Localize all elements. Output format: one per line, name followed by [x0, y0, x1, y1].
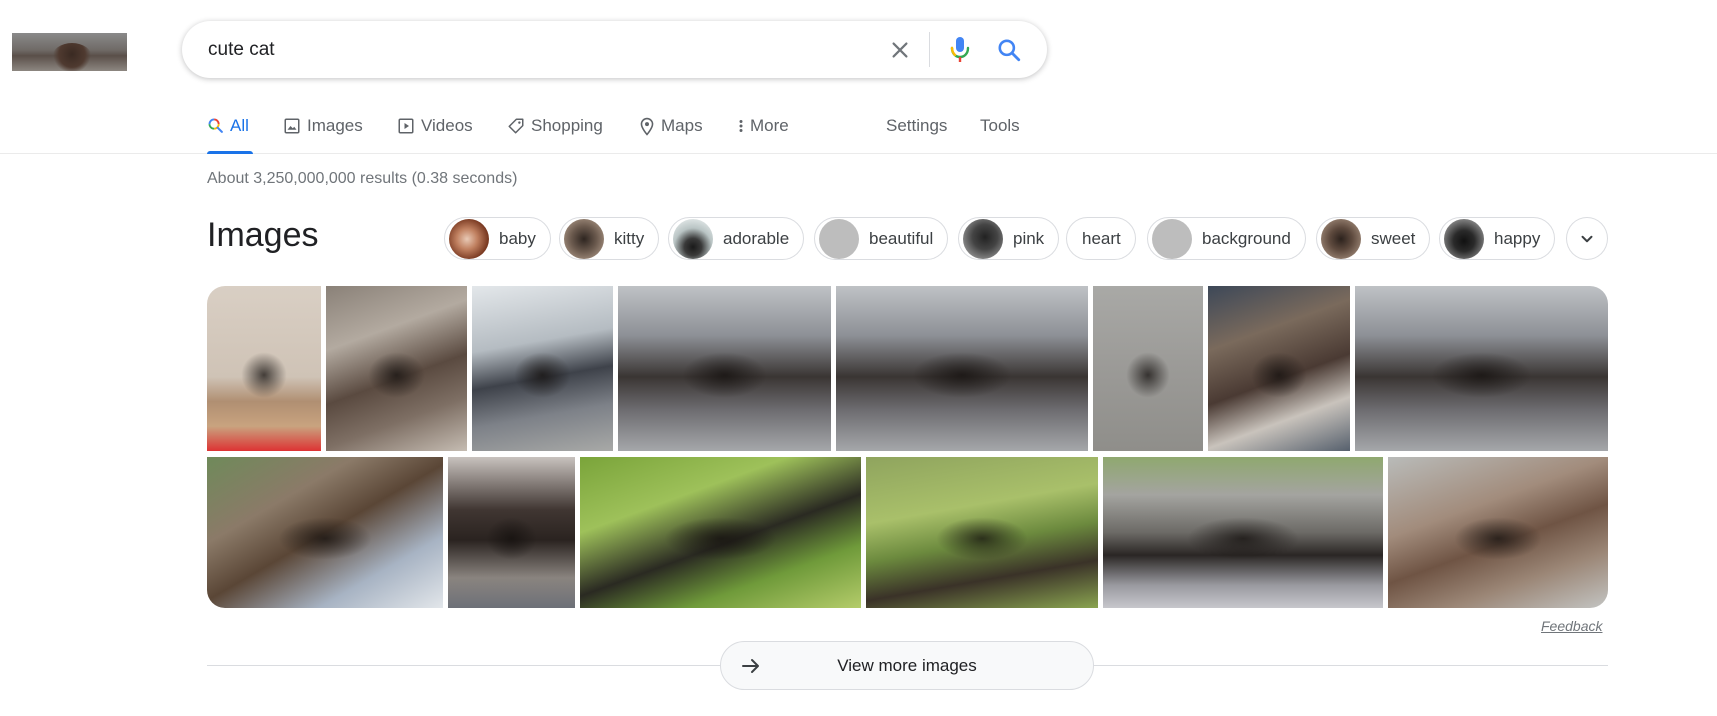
tab-label: All: [230, 116, 249, 135]
tag-icon: [508, 118, 524, 134]
more-vert-icon: [739, 120, 743, 132]
search-box: [182, 21, 1047, 78]
google-search-button[interactable]: [994, 35, 1024, 65]
feedback-link[interactable]: Feedback: [1541, 618, 1602, 634]
image-result-cat-in-grass[interactable]: [580, 457, 861, 608]
tab-label: Images: [307, 116, 363, 135]
chip-label: beautiful: [869, 228, 934, 248]
image-result-fluffy-cat-on-deck[interactable]: [326, 286, 467, 451]
play-icon: [398, 118, 414, 134]
image-result-sleeping-cat[interactable]: [448, 457, 575, 608]
chip-thumbnail: [1152, 218, 1192, 259]
result-stats: About 3,250,000,000 results (0.38 second…: [207, 170, 518, 187]
chip-kitty[interactable]: kitty: [559, 217, 660, 260]
search-tabs: All Images Videos Shopping Maps More Set…: [0, 112, 1717, 154]
clear-search-button[interactable]: [885, 35, 915, 65]
map-pin-icon: [640, 117, 654, 136]
chip-thumbnail: [819, 218, 859, 259]
tab-label: Maps: [661, 116, 703, 135]
close-icon: [892, 42, 908, 58]
chip-thumbnail: [564, 218, 604, 259]
chip-beautiful[interactable]: beautiful: [814, 217, 949, 260]
image-result-tortoiseshell-cat[interactable]: [1208, 286, 1350, 451]
microphone-icon: [950, 37, 970, 62]
tab-label: Videos: [421, 116, 473, 135]
view-more-label: View more images: [837, 655, 977, 675]
images-section-title: Images: [207, 216, 319, 254]
chip-label: kitty: [614, 228, 645, 248]
view-more-images-button[interactable]: View more images: [720, 641, 1094, 690]
image-result-cat-stretching[interactable]: [1388, 457, 1608, 608]
search-logo-doodle[interactable]: [12, 33, 127, 71]
chip-sweet[interactable]: sweet: [1316, 217, 1431, 260]
chip-label: heart: [1082, 228, 1121, 248]
image-result-cat-on-couch-3[interactable]: [1355, 286, 1608, 451]
image-result-cat-on-couch-2[interactable]: [836, 286, 1088, 451]
tools-label: Tools: [980, 116, 1020, 135]
chip-label: adorable: [723, 228, 790, 248]
tab-more[interactable]: More: [738, 116, 789, 154]
image-result-cat-in-bed[interactable]: [1103, 457, 1383, 608]
image-result-cat-on-floor[interactable]: [1093, 286, 1203, 451]
tab-label: More: [750, 116, 789, 135]
search-input[interactable]: [208, 35, 888, 65]
search-icon: [208, 118, 223, 133]
image-icon: [284, 118, 300, 134]
search-results-page: All Images Videos Shopping: [0, 0, 1717, 716]
arrow-right-icon: [742, 659, 759, 673]
image-result-cat-in-tree[interactable]: [207, 457, 443, 608]
settings-label: Settings: [886, 116, 948, 135]
chip-label: happy: [1494, 228, 1541, 248]
search-box-divider: [929, 32, 930, 67]
tab-shopping[interactable]: Shopping: [507, 116, 603, 154]
chip-pink[interactable]: pink: [958, 217, 1060, 260]
chevron-down-icon: [1581, 235, 1593, 242]
chip-background[interactable]: background: [1147, 217, 1306, 260]
chip-label: background: [1202, 228, 1291, 248]
chip-thumbnail: [673, 218, 713, 259]
chip-thumbnail: [1444, 218, 1484, 259]
chip-heart[interactable]: heart: [1066, 217, 1136, 260]
chip-adorable[interactable]: adorable: [668, 217, 805, 260]
chip-baby[interactable]: baby: [444, 217, 551, 260]
tab-label: Shopping: [531, 116, 603, 135]
chip-happy[interactable]: happy: [1439, 217, 1556, 260]
expand-chips-button[interactable]: [1566, 217, 1608, 260]
image-results-grid: [207, 286, 1608, 608]
chip-thumbnail: [449, 218, 489, 259]
search-icon: [998, 39, 1021, 62]
tab-all[interactable]: All: [207, 116, 253, 154]
chip-thumbnail: [963, 218, 1003, 259]
chip-label: baby: [499, 228, 536, 248]
logo-cat-image: [52, 43, 92, 71]
image-result-cat-on-couch-1[interactable]: [618, 286, 831, 451]
image-result-black-cat-in-box[interactable]: [207, 286, 321, 451]
tab-videos[interactable]: Videos: [397, 116, 473, 154]
image-result-cat-paw-closeup[interactable]: [472, 286, 613, 451]
chip-label: pink: [1013, 228, 1045, 248]
tab-maps[interactable]: Maps: [639, 116, 703, 154]
image-result-cat-in-tall-grass[interactable]: [866, 457, 1098, 608]
tools-link[interactable]: Tools: [980, 116, 1020, 154]
chip-thumbnail: [1321, 218, 1361, 259]
settings-link[interactable]: Settings: [886, 116, 947, 154]
voice-search-button[interactable]: [945, 35, 975, 65]
tab-images[interactable]: Images: [283, 116, 363, 154]
chip-label: sweet: [1371, 228, 1416, 248]
